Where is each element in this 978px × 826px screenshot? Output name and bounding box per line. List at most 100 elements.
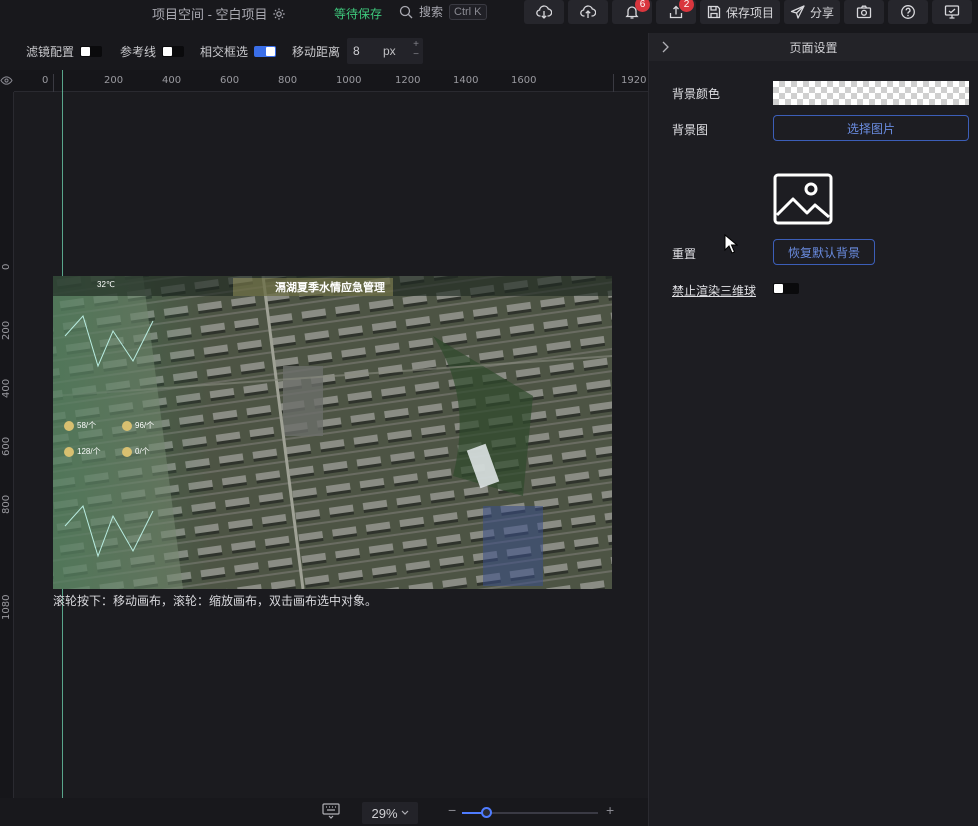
share-button[interactable]: 分享 (784, 0, 840, 24)
filter-config[interactable]: 滤镜配置 (26, 43, 103, 60)
page-settings-panel: 页面设置 背景颜色 背景图 选择图片 重置 恢复默认背景 禁止渲染三维球 (648, 33, 978, 826)
bottom-bar: 29% − + (0, 798, 648, 826)
eye-icon[interactable] (0, 75, 13, 86)
save-status: 等待保存 (334, 7, 383, 21)
keyboard-icon[interactable] (322, 803, 340, 819)
search-icon (399, 5, 413, 18)
gear-icon[interactable] (272, 7, 286, 21)
h-ruler-label: 1000 (336, 75, 362, 86)
export-badge: 2 (679, 0, 694, 12)
horizontal-ruler[interactable]: 0 200 400 600 800 1000 1200 1400 1600 19… (14, 70, 648, 92)
v-ruler-label: 1080 (1, 594, 12, 620)
h-ruler-label: 400 (162, 75, 182, 86)
h-ruler-label: 0 (42, 75, 49, 86)
help-button[interactable] (888, 0, 928, 24)
h-ruler-label: 800 (278, 75, 298, 86)
reset-label: 重置 (672, 247, 697, 261)
zoom-slider[interactable] (462, 807, 598, 818)
share-label: 分享 (809, 5, 834, 20)
stat-value: 96/个 (135, 421, 155, 430)
search-shortcut: Ctrl K (449, 3, 487, 20)
ruler-tick (613, 74, 614, 92)
notifications-button[interactable]: 6 (612, 0, 652, 24)
save-project-label: 保存项目 (725, 5, 774, 20)
guides-label: 参考线 (120, 45, 157, 59)
move-distance-unit: px (383, 44, 396, 58)
monitor-icon (944, 5, 960, 19)
image-placeholder-icon[interactable] (773, 173, 833, 225)
stat-value: 128/个 (77, 447, 101, 456)
aerial-map-image (53, 276, 612, 589)
restore-default-bg-button[interactable]: 恢复默认背景 (773, 239, 875, 265)
h-ruler-label: 600 (220, 75, 240, 86)
move-distance: 移动距离 (292, 43, 340, 60)
mouse-cursor-icon (724, 234, 738, 254)
v-ruler-label: 800 (1, 494, 12, 514)
preview-button[interactable] (932, 0, 972, 24)
guides-switch[interactable] (162, 46, 185, 57)
move-distance-value[interactable]: 8 (353, 44, 383, 58)
filter-config-label: 滤镜配置 (26, 45, 75, 59)
h-ruler-label: 1400 (453, 75, 479, 86)
move-distance-stepper[interactable]: + − (413, 40, 419, 60)
dashboard-title: 滆湖夏季水情应急管理 (275, 282, 385, 294)
panel-header: 页面设置 (649, 33, 978, 61)
artboard-preview[interactable]: 滆湖夏季水情应急管理 32℃ 58/个 96/个 128/个 0/个 (53, 276, 612, 589)
floppy-icon (707, 5, 721, 19)
stat-value: 58/个 (77, 421, 97, 430)
ruler-tick (53, 74, 54, 92)
help-icon (901, 5, 915, 19)
zoom-value: 29% (371, 805, 398, 821)
intersect-select-switch[interactable] (254, 46, 277, 57)
v-ruler-label: 200 (1, 320, 12, 340)
top-bar: 项目空间 - 空白项目 等待保存 搜索 Ctrl K 6 2 保存项目 分享 (0, 0, 978, 26)
move-distance-label: 移动距离 (292, 45, 341, 59)
v-ruler-label: 600 (1, 436, 12, 456)
zoom-select[interactable]: 29% (362, 802, 418, 824)
canvas-toolbar: 滤镜配置 参考线 相交框选 移动距离 (0, 33, 648, 69)
search-label: 搜索 (419, 5, 444, 19)
panel-title: 页面设置 (789, 40, 838, 55)
vertical-ruler[interactable]: 0 200 400 600 800 1080 (0, 92, 14, 798)
screenshot-button[interactable] (844, 0, 884, 24)
guides-toggle[interactable]: 参考线 (120, 43, 185, 60)
search-trigger[interactable]: 搜索 Ctrl K (399, 3, 487, 20)
h-ruler-label: 200 (104, 75, 124, 86)
chevron-right-icon[interactable] (659, 40, 671, 54)
send-icon (790, 5, 805, 19)
zoom-out-button[interactable]: − (448, 802, 456, 818)
h-ruler-label: 1200 (395, 75, 421, 86)
disable-globe-label: 禁止渲染三维球 (672, 284, 757, 298)
v-ruler-label: 0 (1, 263, 12, 270)
stat-value: 0/个 (135, 447, 150, 456)
cloud-upload-button[interactable] (568, 0, 608, 24)
disable-globe-switch[interactable] (773, 283, 799, 294)
intersect-select-label: 相交框选 (200, 45, 249, 59)
camera-icon (856, 5, 872, 19)
bg-color-label: 背景颜色 (672, 87, 721, 101)
move-distance-input[interactable]: 8 px + − (347, 38, 423, 64)
canvas-hint: 滚轮按下：移动画布，滚轮：缩放画布，双击画布选中对象。 (53, 594, 378, 608)
filter-config-switch[interactable] (80, 46, 103, 57)
project-title[interactable]: 项目空间 - 空白项目 (152, 4, 286, 23)
intersect-select-toggle[interactable]: 相交框选 (200, 43, 277, 60)
project-title-text: 项目空间 - 空白项目 (152, 7, 268, 22)
zoom-in-button[interactable]: + (606, 802, 614, 818)
temperature-readout: 32℃ (97, 280, 115, 289)
h-ruler-label: 1600 (511, 75, 537, 86)
zoom-slider-knob[interactable] (481, 807, 492, 818)
bg-image-label: 背景图 (672, 123, 709, 137)
editor-canvas[interactable]: 0 200 400 600 800 1000 1200 1400 1600 19… (0, 70, 648, 798)
v-ruler-label: 400 (1, 378, 12, 398)
notification-badge: 6 (635, 0, 650, 12)
save-project-button[interactable]: 保存项目 (700, 0, 780, 24)
chevron-down-icon (401, 810, 408, 815)
h-ruler-label: 1920 (621, 75, 647, 86)
export-button[interactable]: 2 (656, 0, 696, 24)
cloud-download-icon (536, 5, 552, 19)
cloud-download-button[interactable] (524, 0, 564, 24)
ruler-corner (0, 70, 14, 92)
select-image-button[interactable]: 选择图片 (773, 115, 969, 141)
bg-color-swatch[interactable] (773, 81, 969, 105)
cloud-upload-icon (580, 5, 596, 18)
